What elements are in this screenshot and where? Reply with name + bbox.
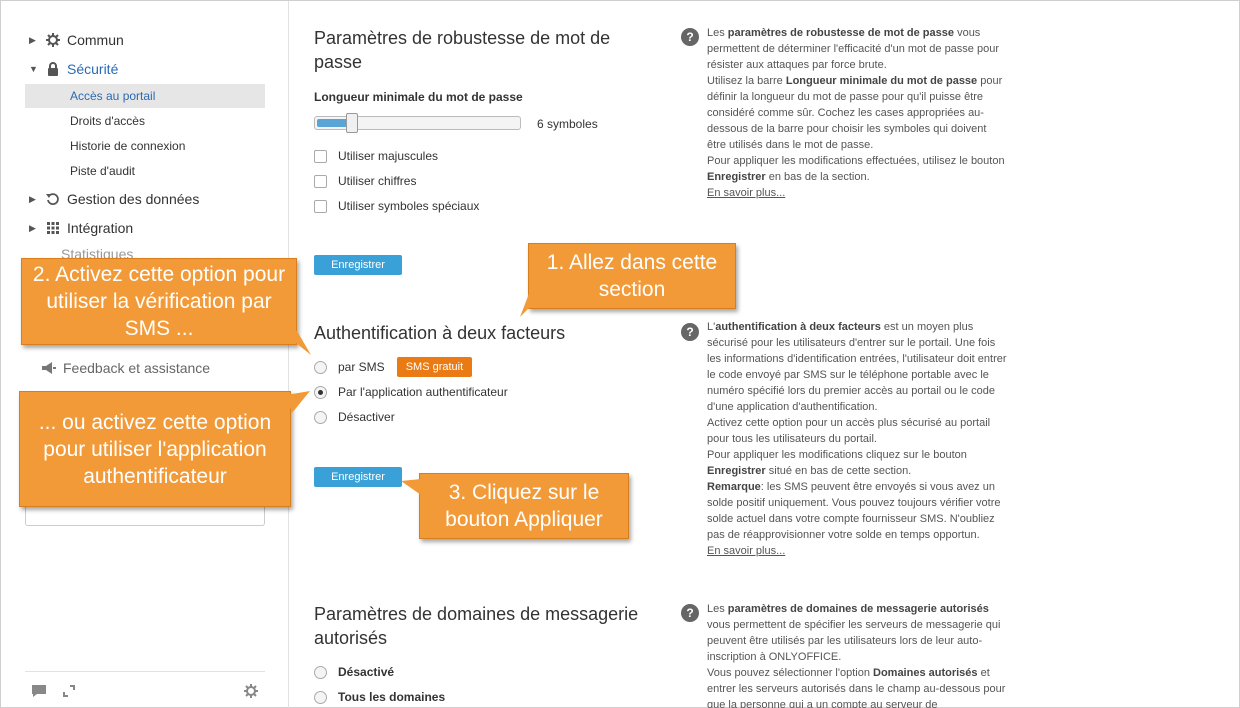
slider-handle[interactable] [346, 113, 358, 133]
sidebar-item-label: Commun [67, 32, 124, 48]
callout-go-to-section: 1. Allez dans cette section [528, 243, 736, 309]
sidebar-item-securite[interactable]: ▼ Sécurité [29, 59, 118, 79]
megaphone-icon [41, 360, 57, 376]
help-paragraph: Pour appliquer les modifications cliquez… [707, 449, 967, 477]
chevron-down-icon: ▼ [29, 64, 38, 74]
sidebar-item-label: Gestion des données [67, 191, 200, 207]
checkbox-uppercase[interactable]: Utiliser majuscules [314, 148, 438, 164]
help-paragraph: Pour appliquer les modifications effectu… [707, 155, 1005, 183]
sidebar-item-label: Feedback et assistance [63, 360, 211, 376]
sidebar-item-gestion-donnees[interactable]: ▶ Gestion des données [29, 189, 199, 209]
radio-sms[interactable]: par SMS SMS gratuit [314, 357, 473, 377]
checkbox-box[interactable] [314, 149, 327, 163]
expand-icon[interactable] [61, 683, 77, 699]
sms-free-badge: SMS gratuit [396, 357, 473, 377]
password-help-text: Les paramètres de robustesse de mot de p… [707, 25, 1007, 201]
twofactor-save-button[interactable]: Enregistrer [314, 467, 402, 487]
radio-domains-disabled[interactable]: Désactivé [314, 664, 394, 680]
password-length-label: Longueur minimale du mot de passe [314, 90, 523, 104]
sidebar-item-feedback[interactable]: Feedback et assistance [41, 358, 210, 378]
sidebar-divider [25, 671, 265, 672]
sidebar-item-label: Intégration [67, 220, 134, 236]
radio-all-domains[interactable]: Tous les domaines [314, 689, 445, 705]
sidebar-subitem-droits-acces[interactable]: Droits d'accès [25, 109, 265, 133]
checkbox-box[interactable] [314, 199, 327, 213]
restore-icon [45, 191, 61, 207]
help-paragraph: Activez cette option pour un accès plus … [707, 417, 991, 445]
learn-more-link[interactable]: En savoir plus... [707, 545, 785, 557]
radio-button[interactable] [314, 665, 327, 679]
checkbox-box[interactable] [314, 174, 327, 188]
chevron-right-icon: ▶ [29, 193, 36, 204]
help-paragraph: Les paramètres de domaines de messagerie… [707, 603, 1001, 663]
sidebar-subitem-piste-audit[interactable]: Piste d'audit [25, 159, 265, 183]
sidebar-item-commun[interactable]: ▶ Commun [29, 30, 124, 50]
chevron-right-icon: ▶ [29, 222, 36, 233]
help-icon: ? [681, 28, 699, 46]
callout-click-apply: 3. Cliquez sur le bouton Appliquer [419, 473, 629, 539]
callout-enable-sms: 2. Activez cette option pour utiliser la… [21, 258, 297, 345]
password-length-value: 6 symboles [537, 117, 598, 131]
password-section-title: Paramètres de robustesse de mot de passe [314, 28, 611, 72]
radio-label: Désactiver [338, 410, 395, 424]
help-paragraph: L'authentification à deux facteurs est u… [707, 321, 1007, 413]
checkbox-label: Utiliser symboles spéciaux [338, 199, 480, 213]
checkbox-digits[interactable]: Utiliser chiffres [314, 173, 416, 189]
sidebar-subitem-historie-connexion[interactable]: Historie de connexion [25, 134, 265, 158]
radio-authenticator-app[interactable]: Par l'application authentificateur [314, 384, 508, 400]
radio-disable[interactable]: Désactiver [314, 409, 395, 425]
radio-button[interactable] [314, 690, 327, 704]
twofactor-help-text: L'authentification à deux facteurs est u… [707, 319, 1007, 559]
domains-help-text: Les paramètres de domaines de messagerie… [707, 601, 1007, 708]
gear-icon [45, 32, 61, 48]
twofactor-section-title: Authentification à deux facteurs [314, 323, 566, 343]
callout-pointer [401, 479, 421, 495]
checkbox-label: Utiliser majuscules [338, 149, 439, 163]
radio-label: par SMS [338, 360, 385, 374]
radio-button[interactable] [314, 360, 327, 374]
help-paragraph: Remarque: les SMS peuvent être envoyés s… [707, 481, 1001, 541]
callout-pointer [281, 331, 311, 355]
checkbox-special-symbols[interactable]: Utiliser symboles spéciaux [314, 198, 479, 214]
help-paragraph: Les paramètres de robustesse de mot de p… [707, 27, 999, 71]
chat-icon[interactable] [31, 683, 47, 699]
callout-enable-authenticator: ... ou activez cette option pour utilise… [19, 391, 291, 507]
help-paragraph: Vous pouvez sélectionner l'option Domain… [707, 667, 1006, 708]
learn-more-link[interactable]: En savoir plus... [707, 187, 785, 199]
settings-gear-icon[interactable] [243, 683, 259, 699]
radio-label: Désactivé [338, 665, 395, 679]
sidebar-item-integration[interactable]: ▶ Intégration [29, 218, 133, 238]
help-icon: ? [681, 604, 699, 622]
callout-pointer [286, 391, 310, 413]
sidebar: ▶ Commun ▼ Sécurité Accès au portail Dro… [1, 1, 289, 708]
sidebar-item-label: Sécurité [67, 61, 119, 77]
radio-label: Tous les domaines [338, 690, 446, 704]
grid-icon [45, 220, 61, 236]
help-icon: ? [681, 323, 699, 341]
chevron-right-icon: ▶ [29, 34, 36, 45]
radio-label: Par l'application authentificateur [338, 385, 508, 399]
domains-section-title: Paramètres de domaines de messagerie aut… [314, 604, 639, 648]
callout-pointer [520, 291, 546, 317]
checkbox-label: Utiliser chiffres [338, 174, 417, 188]
help-paragraph: Utilisez la barre Longueur minimale du m… [707, 75, 1003, 151]
password-save-button[interactable]: Enregistrer [314, 255, 402, 275]
lock-icon [45, 61, 61, 77]
sidebar-subitem-acces-portail[interactable]: Accès au portail [25, 84, 265, 108]
